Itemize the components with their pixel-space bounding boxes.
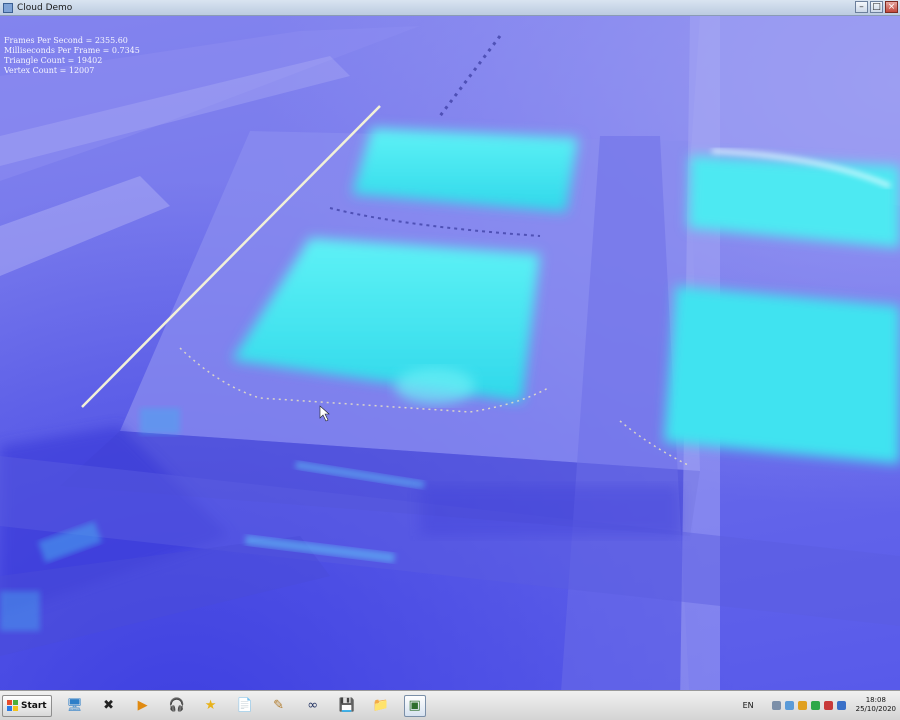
document-icon[interactable]: 📄	[234, 695, 256, 717]
close-button[interactable]: ×	[885, 1, 898, 13]
folder-icon[interactable]: 📁	[370, 695, 392, 717]
taskbar-icons: 🖥 ✖ ▶ 🎧 ★ 📄 ✎ ∞ 💾 📁 ▣	[52, 694, 426, 717]
monitor-icon[interactable]: 🖥	[64, 695, 86, 717]
clock-time: 18:08	[865, 696, 886, 704]
headphones-icon[interactable]: 🎧	[166, 695, 188, 717]
window-title-bar[interactable]: Cloud Demo – □ ×	[0, 0, 900, 16]
star-app-icon[interactable]: ★	[200, 695, 222, 717]
render-viewport[interactable]: Frames Per Second = 2355.60 Milliseconds…	[0, 16, 900, 690]
fps-readout: Frames Per Second = 2355.60	[4, 36, 128, 45]
window-controls: – □ ×	[855, 1, 898, 13]
tray-arrow-icon[interactable]	[771, 700, 781, 710]
vertex-count-readout: Vertex Count = 12007	[4, 66, 95, 75]
save-disk-icon[interactable]: 💾	[336, 695, 358, 717]
clock-date: 25/10/2020	[855, 705, 896, 713]
ms-per-frame-readout: Milliseconds Per Frame = 0.7345	[4, 46, 140, 55]
start-label: Start	[21, 700, 47, 711]
windows-logo-icon	[7, 700, 18, 711]
render-stats: Frames Per Second = 2355.60 Milliseconds…	[4, 36, 140, 76]
display-icon[interactable]	[836, 700, 846, 710]
taskbar: Start 🖥 ✖ ▶ 🎧 ★ 📄 ✎ ∞ 💾 📁 ▣ EN 18:08 25/10/2020	[0, 690, 900, 720]
flag-icon[interactable]	[797, 700, 807, 710]
volume-icon[interactable]	[810, 700, 820, 710]
active-window-icon[interactable]: ▣	[403, 694, 426, 717]
language-indicator[interactable]: EN	[743, 701, 754, 710]
minimize-button[interactable]: –	[855, 1, 868, 13]
maximize-button[interactable]: □	[870, 1, 883, 13]
window-title: Cloud Demo	[17, 2, 73, 13]
clock[interactable]: 18:08 25/10/2020	[856, 696, 896, 714]
start-button[interactable]: Start	[2, 694, 52, 717]
media-player-icon[interactable]: ▶	[132, 695, 154, 717]
x-app-icon[interactable]: ✖	[98, 695, 120, 717]
security-icon[interactable]	[823, 700, 833, 710]
network-icon[interactable]	[784, 700, 794, 710]
tools-icon[interactable]: ✎	[268, 695, 290, 717]
system-tray: EN 18:08 25/10/2020	[743, 691, 896, 719]
app-icon	[3, 2, 13, 13]
scene-render	[0, 16, 900, 690]
triangle-count-readout: Triangle Count = 19402	[4, 56, 103, 65]
pad-right-bottom	[664, 286, 900, 464]
left-street	[0, 176, 170, 276]
infinity-app-icon[interactable]: ∞	[302, 695, 324, 717]
